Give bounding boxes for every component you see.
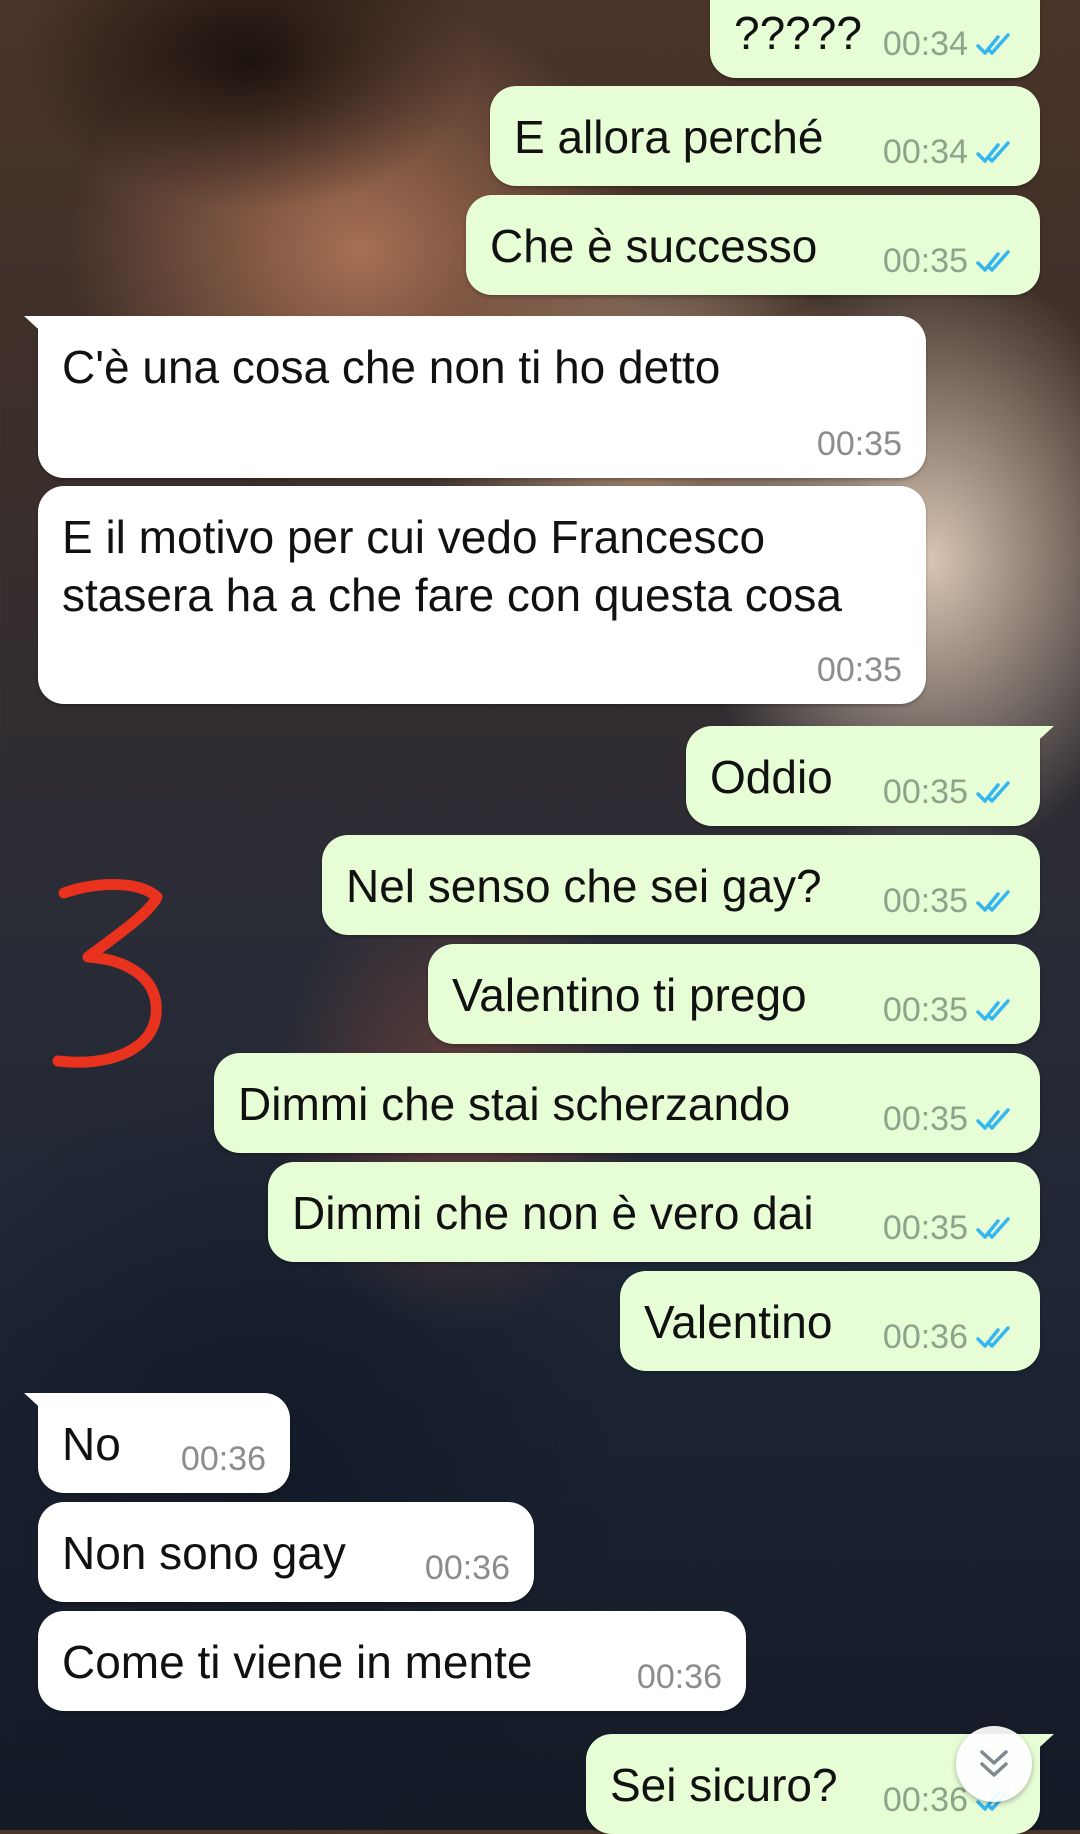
double-check-icon — [976, 1325, 1010, 1348]
message-text: ????? — [734, 7, 862, 59]
message-text: Come ti viene in mente — [62, 1636, 533, 1688]
double-check-icon — [976, 140, 1010, 163]
message-time: 00:35 — [882, 773, 968, 811]
message-meta: 00:35 — [883, 1209, 1016, 1248]
message-meta: 00:36 — [181, 1440, 266, 1479]
outgoing-message[interactable]: Valentino 00:36 — [620, 1271, 1040, 1371]
double-check-icon — [976, 1107, 1010, 1130]
message-time: 00:34 — [882, 133, 968, 171]
incoming-message[interactable]: No 00:36 — [24, 1393, 290, 1493]
message-text: Nel senso che sei gay? — [346, 860, 822, 912]
incoming-message[interactable]: Come ti viene in mente 00:36 — [38, 1611, 746, 1711]
double-check-icon — [976, 998, 1010, 1021]
message-time: 00:36 — [882, 1318, 968, 1356]
message-time: 00:35 — [882, 882, 968, 920]
message-time: 00:34 — [882, 25, 968, 63]
message-text: Dimmi che non è vero dai — [292, 1187, 814, 1239]
outgoing-message[interactable]: Dimmi che stai scherzando 00:35 — [214, 1053, 1040, 1153]
outgoing-message[interactable]: ????? 00:34 — [710, 0, 1040, 78]
message-time: 00:35 — [882, 1209, 968, 1247]
message-text: Valentino ti prego — [452, 969, 807, 1021]
double-check-icon — [976, 249, 1010, 272]
outgoing-message[interactable]: Valentino ti prego 00:35 — [428, 944, 1040, 1044]
double-check-icon — [976, 32, 1010, 55]
message-time: 00:35 — [816, 651, 902, 689]
message-meta: 00:36 — [883, 1318, 1016, 1357]
message-text: Oddio — [710, 751, 833, 803]
message-meta: 00:35 — [883, 1100, 1016, 1139]
outgoing-message[interactable]: Nel senso che sei gay? 00:35 — [322, 835, 1040, 935]
bubble-tail — [1030, 726, 1054, 748]
message-text: Non sono gay — [62, 1527, 346, 1579]
message-meta: 00:35 — [883, 882, 1016, 921]
annotation-number-three — [52, 879, 163, 1068]
message-text: E allora perché — [514, 111, 824, 163]
message-time: 00:36 — [180, 1440, 266, 1478]
message-meta: 00:35 — [817, 651, 902, 690]
message-time: 00:35 — [882, 991, 968, 1029]
message-meta: 00:34 — [883, 133, 1016, 172]
message-text: No — [62, 1418, 121, 1470]
message-meta: 00:35 — [883, 242, 1016, 281]
outgoing-message[interactable]: Dimmi che non è vero dai 00:35 — [268, 1162, 1040, 1262]
message-meta: 00:35 — [883, 991, 1016, 1030]
incoming-message[interactable]: E il motivo per cui vedo Francesco stase… — [38, 486, 926, 704]
double-check-icon — [976, 1216, 1010, 1239]
message-time: 00:36 — [882, 1781, 968, 1819]
chevron-double-down-icon — [980, 1750, 1008, 1777]
message-time: 00:35 — [816, 425, 902, 463]
incoming-message[interactable]: C'è una cosa che non ti ho detto 00:35 — [24, 316, 926, 478]
scroll-to-bottom-button[interactable] — [956, 1726, 1032, 1802]
double-check-icon — [976, 780, 1010, 803]
outgoing-message[interactable]: Oddio 00:35 — [686, 726, 1054, 826]
outgoing-message[interactable]: Che è successo 00:35 — [466, 195, 1040, 295]
message-meta: 00:35 — [883, 773, 1016, 812]
double-check-icon — [976, 889, 1010, 912]
message-text: E il motivo per cui vedo Francesco stase… — [62, 511, 842, 621]
message-meta: 00:36 — [637, 1658, 722, 1697]
incoming-message[interactable]: Non sono gay 00:36 — [38, 1502, 534, 1602]
outgoing-message[interactable]: E allora perché 00:34 — [490, 86, 1040, 186]
message-text: Sei sicuro? — [610, 1759, 838, 1811]
bubble-tail — [1030, 1734, 1054, 1756]
message-meta: 00:35 — [817, 425, 902, 464]
bubble-tail — [24, 316, 48, 338]
message-time: 00:36 — [636, 1658, 722, 1696]
message-text: C'è una cosa che non ti ho detto — [62, 341, 721, 393]
message-time: 00:35 — [882, 1100, 968, 1138]
message-text: Dimmi che stai scherzando — [238, 1078, 791, 1130]
message-meta: 00:36 — [425, 1549, 510, 1588]
message-text: Valentino — [644, 1296, 833, 1348]
message-time: 00:35 — [882, 242, 968, 280]
message-meta: 00:34 — [883, 25, 1016, 64]
message-time: 00:36 — [424, 1549, 510, 1587]
message-text: Che è successo — [490, 220, 818, 272]
bubble-tail — [24, 1393, 48, 1415]
